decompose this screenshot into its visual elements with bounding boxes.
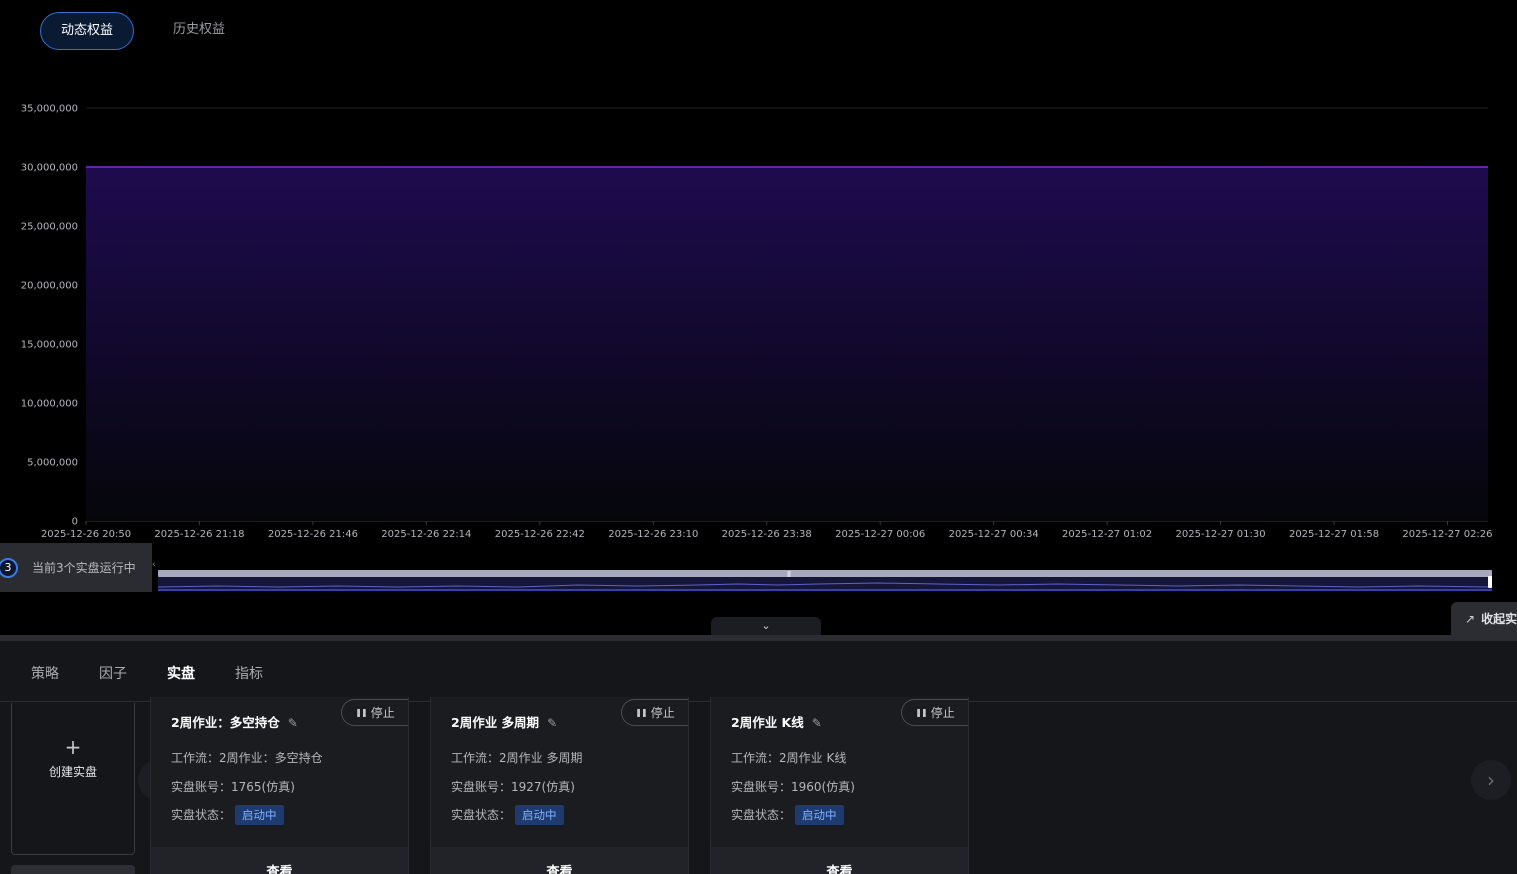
status-row: 实盘状态： 启动中 <box>451 805 564 825</box>
live-card: 2周作业 多周期 ✎ ❚❚ 停止 工作流：2周作业 多周期 实盘账号：1927(仿真… <box>430 697 689 874</box>
y-tick-label: 35,000,000 <box>21 104 78 115</box>
zoom-preview-sparkline <box>158 582 1492 588</box>
running-count-icon: 3 <box>0 557 18 578</box>
y-tick-label: 10,000,000 <box>21 399 78 410</box>
tab-indicator[interactable]: 指标 <box>235 663 263 683</box>
stop-button[interactable]: ❚❚ 停止 <box>341 699 408 726</box>
tab-factor[interactable]: 因子 <box>99 663 127 683</box>
edit-icon[interactable]: ✎ <box>812 716 822 730</box>
stop-button[interactable]: ❚❚ 停止 <box>621 699 688 726</box>
edit-icon[interactable]: ✎ <box>547 716 557 730</box>
collapse-panel-label: 收起实 <box>1481 612 1517 626</box>
pause-icon: ❚❚ <box>635 708 647 717</box>
y-tick-label: 0 <box>72 517 78 528</box>
zoom-selection-bar[interactable] <box>158 570 1492 577</box>
edit-icon[interactable]: ✎ <box>288 716 298 730</box>
pause-icon: ❚❚ <box>915 708 927 717</box>
tab-live[interactable]: 实盘 <box>167 663 195 683</box>
x-tick-label: 2025-12-26 23:38 <box>722 529 812 540</box>
status-badge: 启动中 <box>795 805 844 825</box>
page: 动态权益 历史权益 35,000,000 30,000,000 25,000,000… <box>0 0 1517 874</box>
chevron-right-icon[interactable]: › <box>1471 760 1511 800</box>
bottom-tabs: 策略 因子 实盘 指标 <box>0 641 1517 702</box>
card-title: 2周作业 K线 ✎ <box>731 715 822 730</box>
status-row: 实盘状态： 启动中 <box>731 805 844 825</box>
x-tick-label: 2025-12-26 21:18 <box>154 529 244 540</box>
x-tick-label: 2025-12-26 23:10 <box>608 529 698 540</box>
live-card: 2周作业：多空持仓 ✎ ❚❚ 停止 工作流：2周作业：多空持仓 实盘账号：1765(… <box>150 697 409 874</box>
zoom-preview-track <box>158 577 1492 591</box>
view-button[interactable]: 查看 <box>711 847 968 874</box>
collapse-panel-button[interactable]: ↗ 收起实 <box>1451 602 1517 635</box>
create-card-footer <box>11 865 135 874</box>
tab-historical-equity[interactable]: 历史权益 <box>162 12 236 50</box>
x-tick-label: 2025-12-27 01:58 <box>1289 529 1379 540</box>
status-badge: 启动中 <box>515 805 564 825</box>
x-tick-label: 2025-12-26 20:50 <box>41 529 131 540</box>
x-tick-label: 2025-12-27 02:26 <box>1402 529 1492 540</box>
status-row: 实盘状态： 启动中 <box>171 805 284 825</box>
y-tick-label: 20,000,000 <box>21 281 78 292</box>
running-label: 当前3个实盘运行中 <box>32 561 136 575</box>
x-tick-label: 2025-12-27 01:02 <box>1062 529 1152 540</box>
create-live-card[interactable]: + 创建实盘 <box>11 703 135 855</box>
plus-icon: + <box>64 735 82 759</box>
x-tick-label: 2025-12-26 22:14 <box>381 529 471 540</box>
status-badge: 启动中 <box>235 805 284 825</box>
view-button[interactable]: 查看 <box>151 847 408 874</box>
equity-chart: 35,000,000 30,000,000 25,000,000 20,000,000… <box>21 104 1493 541</box>
workflow-row: 工作流：2周作业 K线 <box>731 751 847 765</box>
y-tick-label: 15,000,000 <box>21 340 78 351</box>
create-live-label: 创建实盘 <box>48 765 97 779</box>
equity-area <box>86 167 1488 521</box>
stop-button[interactable]: ❚❚ 停止 <box>901 699 968 726</box>
account-row: 实盘账号：1960(仿真) <box>731 780 855 794</box>
pause-icon: ❚❚ <box>355 708 367 717</box>
view-button[interactable]: 查看 <box>431 847 688 874</box>
x-tick-label: 2025-12-27 01:30 <box>1176 529 1266 540</box>
chevron-down-icon[interactable]: ⌄ <box>711 617 821 635</box>
y-tick-label: 25,000,000 <box>21 222 78 233</box>
live-card: 2周作业 K线 ✎ ❚❚ 停止 工作流：2周作业 K线 实盘账号：1960(仿真) … <box>710 697 969 874</box>
tab-dynamic-equity[interactable]: 动态权益 <box>40 12 134 50</box>
running-count-badge[interactable]: 3 当前3个实盘运行中 <box>0 543 152 592</box>
x-tick-label: 2025-12-27 00:34 <box>949 529 1039 540</box>
x-tick-label: 2025-12-26 21:46 <box>268 529 358 540</box>
chevron-left-icon[interactable]: ‹ <box>152 560 156 570</box>
x-tick-label: 2025-12-27 00:06 <box>835 529 925 540</box>
data-zoom-slider[interactable]: ||| <box>158 568 1492 592</box>
tab-strategy[interactable]: 策略 <box>31 663 59 683</box>
card-title: 2周作业 多周期 ✎ <box>451 715 558 730</box>
workflow-row: 工作流：2周作业 多周期 <box>451 751 583 765</box>
zoom-handle-right[interactable] <box>1488 576 1492 588</box>
y-tick-label: 30,000,000 <box>21 163 78 174</box>
y-tick-label: 5,000,000 <box>27 458 78 469</box>
chart-line-icon: ↗ <box>1465 611 1476 626</box>
card-title: 2周作业：多空持仓 ✎ <box>171 715 298 730</box>
workflow-row: 工作流：2周作业：多空持仓 <box>171 751 323 765</box>
account-row: 实盘账号：1765(仿真) <box>171 780 295 794</box>
account-row: 实盘账号：1927(仿真) <box>451 780 575 794</box>
x-tick-label: 2025-12-26 22:42 <box>495 529 585 540</box>
